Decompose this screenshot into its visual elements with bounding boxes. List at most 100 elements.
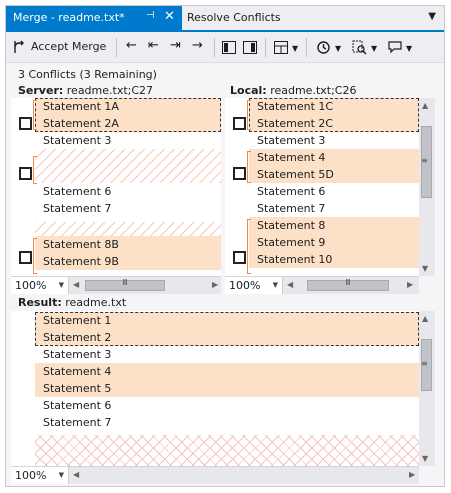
server-horizontal-scrollbar[interactable]: 100% ▼ ◀ Ⅲ ▶ [11,276,221,294]
server-line[interactable]: Statement 3 [35,132,221,149]
tab-merge-readme[interactable]: Merge - readme.txt* ⊣ ✕ [6,6,182,30]
toolbar-separator [214,38,215,57]
result-vertical-scrollbar[interactable]: ▲ ≡ ▼ [419,311,435,466]
server-conflict-checkbox[interactable] [19,117,32,130]
server-zoom-select[interactable]: 100% ▼ [11,277,69,294]
result-label: Result: [18,296,62,309]
result-line[interactable]: Statement 3 [35,346,419,363]
local-line[interactable]: Statement 4 [249,149,419,166]
result-zoom-value: 100% [15,469,47,482]
local-conflict-checkbox[interactable] [233,167,246,180]
local-hscroll-thumb[interactable]: Ⅲ [307,278,389,291]
left-pane-layout-icon[interactable] [222,41,236,54]
result-line[interactable]: Statement 6 [35,397,419,414]
selected-conflict-outline [35,98,221,132]
local-line[interactable]: Statement 6 [249,183,419,200]
scroll-up-icon[interactable]: ▲ [422,101,428,110]
conflict-bracket [33,238,37,274]
local-label: Local: [230,84,267,97]
scroll-left-icon[interactable]: ◀ [73,280,79,289]
compare-icon[interactable] [352,40,367,55]
local-conflict-checkbox[interactable] [233,251,246,264]
server-line[interactable]: Statement 8B [35,236,221,253]
local-line[interactable]: Statement 7 [249,200,419,217]
conflict-bracket [247,151,251,183]
tab-bar: Merge - readme.txt* ⊣ ✕ Resolve Conflict… [6,6,444,30]
grip-icon: ≡ [421,359,428,368]
local-conflict-checkbox[interactable] [233,117,246,130]
grip-icon: Ⅲ [122,278,128,287]
chevron-down-icon: ▼ [272,281,278,289]
result-unresolved-region [35,435,419,466]
local-line[interactable]: Statement 10 [249,251,419,268]
pin-icon[interactable]: ⊣ [146,10,155,21]
server-line[interactable]: Statement 7 [35,200,221,217]
result-file: readme.txt [65,296,127,309]
last-conflict-icon[interactable]: ⇥ [170,39,181,53]
conflict-status: 3 Conflicts (3 Remaining) [18,68,157,81]
local-line[interactable]: Statement 5D [249,166,419,183]
scroll-down-icon[interactable]: ▼ [422,454,428,463]
merge-window: Merge - readme.txt* ⊣ ✕ Resolve Conflict… [5,5,445,487]
local-line[interactable]: Statement 9 [249,234,419,251]
server-label: Server: [18,84,64,97]
server-hscroll-thumb[interactable]: Ⅲ [85,278,165,291]
previous-conflict-icon[interactable]: ← [126,39,137,53]
tab-dropdown-icon[interactable]: ▼ [428,11,436,22]
server-pane-header: Server: readme.txt;C27 [18,84,153,97]
server-pane[interactable]: Statement 1A Statement 2A Statement 3 St… [11,98,221,276]
comment-dropdown-icon[interactable]: ▼ [406,42,412,56]
server-conflict-checkbox[interactable] [19,251,32,264]
scroll-right-icon[interactable]: ▶ [409,470,415,479]
local-pane-header: Local: readme.txt;C26 [230,84,356,97]
selected-conflict-outline [35,312,419,346]
local-file: readme.txt;C26 [270,84,357,97]
toolbar-separator [116,38,117,57]
conflict-bracket [247,100,251,130]
scroll-up-icon[interactable]: ▲ [422,314,428,323]
accept-merge-label: Accept Merge [31,40,107,53]
selected-conflict-outline [249,98,419,132]
next-conflict-icon[interactable]: → [192,39,203,53]
history-dropdown-icon[interactable]: ▼ [335,42,341,56]
local-vertical-scrollbar[interactable]: ▲ ≡ ▼ [419,98,435,276]
scroll-right-icon[interactable]: ▶ [407,280,413,289]
close-icon[interactable]: ✕ [164,9,175,24]
server-conflict-checkbox[interactable] [19,167,32,180]
conflict-bracket [33,156,37,184]
toolbar: Accept Merge ← ⇤ ⇥ → ▼ ▼ ▼ ▼ [6,32,444,63]
first-conflict-icon[interactable]: ⇤ [148,39,159,53]
compare-dropdown-icon[interactable]: ▼ [371,42,377,56]
local-line[interactable]: Statement 3 [249,132,419,149]
scroll-right-icon[interactable]: ▶ [212,280,218,289]
local-line[interactable]: Statement 8 [249,217,419,234]
result-line[interactable]: Statement 4 [35,363,419,380]
result-zoom-select[interactable]: 100% ▼ [11,467,69,484]
local-horizontal-scrollbar[interactable]: 100% ▼ ◀ Ⅲ ▶ [225,276,419,294]
result-line[interactable]: Statement 7 [35,414,419,431]
scroll-left-icon[interactable]: ◀ [73,470,79,479]
scroll-left-icon[interactable]: ◀ [287,280,293,289]
result-line[interactable]: Statement 5 [35,380,419,397]
local-pane[interactable]: Statement 1C Statement 2C Statement 3 St… [225,98,419,276]
tab-resolve-conflicts[interactable]: Resolve Conflicts [187,11,281,24]
scroll-down-icon[interactable]: ▼ [422,264,428,273]
layout-dropdown-icon[interactable]: ▼ [292,42,298,56]
history-icon[interactable] [316,40,331,55]
local-zoom-select[interactable]: 100% ▼ [225,277,283,294]
accept-merge-icon [14,40,24,53]
right-pane-layout-icon[interactable] [243,41,257,54]
server-empty-region [35,149,221,183]
server-zoom-value: 100% [15,279,47,292]
conflict-bracket [33,100,37,130]
server-file: readme.txt;C27 [66,84,154,97]
server-line[interactable]: Statement 6 [35,183,221,200]
toolbar-separator [265,38,266,57]
result-horizontal-scrollbar[interactable]: 100% ▼ ◀ ▶ [11,466,419,484]
layout-grid-icon[interactable] [274,41,288,54]
comment-icon[interactable] [388,41,402,54]
server-line[interactable]: Statement 9B [35,253,221,270]
toolbar-separator [306,38,307,57]
result-pane[interactable]: Statement 1 Statement 2 Statement 3 Stat… [11,311,419,466]
conflict-bracket [247,219,251,274]
